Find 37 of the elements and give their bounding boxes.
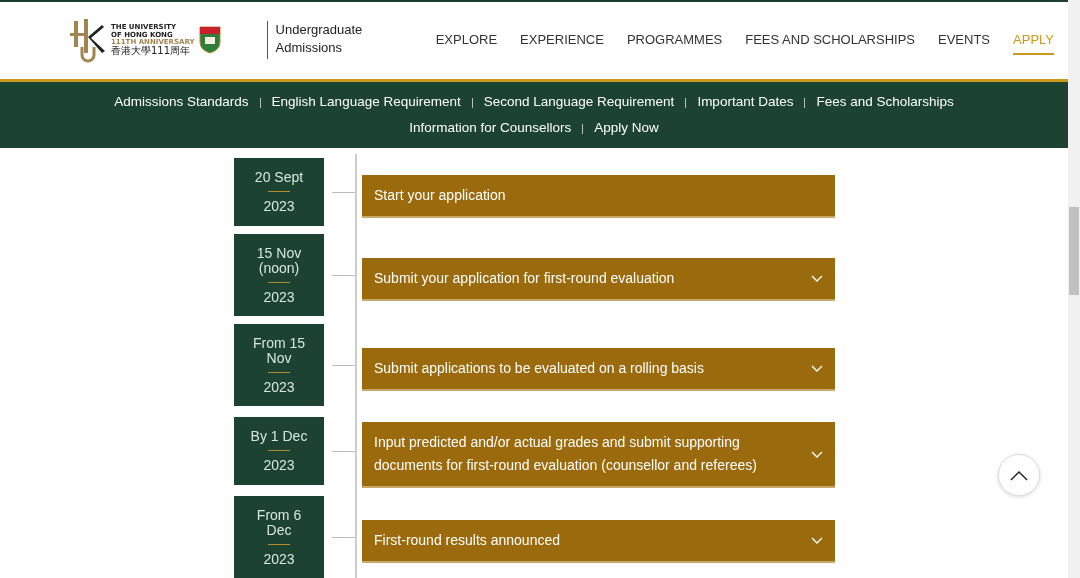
year-text: 2023 [263, 378, 295, 395]
year-text: 2023 [263, 288, 295, 305]
subnav-link[interactable]: Information for Counsellors [409, 118, 572, 137]
chevron-down-icon [811, 364, 823, 372]
step-accordion[interactable]: Start your application [362, 174, 835, 218]
year-text: 2023 [263, 550, 295, 567]
subnav-link[interactable]: Admissions Standards [114, 92, 249, 111]
nav-link[interactable]: FEES AND SCHOLARSHIPS [745, 25, 916, 55]
year-text: 2023 [263, 457, 295, 473]
chevron-down-icon [811, 450, 823, 458]
date-text: 20 Sept [254, 170, 304, 185]
step-accordion[interactable]: Submit applications to be evaluated on a rolling basis [362, 347, 835, 391]
date-text: 15 Nov (noon) [255, 245, 303, 276]
nav-link[interactable]: EXPERIENCE [520, 25, 604, 55]
nav-link[interactable]: EVENTS [938, 25, 991, 55]
subnav-link[interactable]: Apply Now [594, 118, 659, 137]
date-text: From 15 Nov [251, 335, 307, 366]
chevron-down-icon [811, 274, 823, 282]
scrollbar[interactable] [1068, 0, 1080, 578]
step-accordion[interactable]: Submit your application for first-round evaluation [362, 257, 835, 301]
crest-icon [198, 26, 221, 55]
back-to-top-button[interactable] [998, 454, 1040, 496]
step-accordion[interactable]: First-round results announced [362, 519, 835, 563]
nav-link[interactable]: EXPLORE [435, 25, 498, 55]
site-title: Undergraduate Admissions [266, 21, 363, 60]
nav-link[interactable]: PROGRAMMES [626, 25, 723, 55]
step-accordion[interactable]: Input predicted and/or actual grades and submit supporting documents for first-round evaluation (counsellor and referees) [362, 422, 835, 488]
date-text: By 1 Dec [250, 429, 308, 444]
logo-text: 香港大學111周年 [111, 46, 192, 57]
subnav-link[interactable]: Important Dates [697, 92, 794, 111]
chevron-down-icon [811, 536, 823, 544]
subnav-link[interactable]: English Language Requirement [271, 92, 461, 111]
subnav-link[interactable]: Fees and Scholarships [816, 92, 954, 111]
chevron-up-icon [1010, 469, 1028, 481]
subnav-link[interactable]: Second Language Requirement [483, 92, 675, 111]
year-text: 2023 [263, 198, 295, 214]
date-text: From 6 Dec [255, 507, 303, 538]
